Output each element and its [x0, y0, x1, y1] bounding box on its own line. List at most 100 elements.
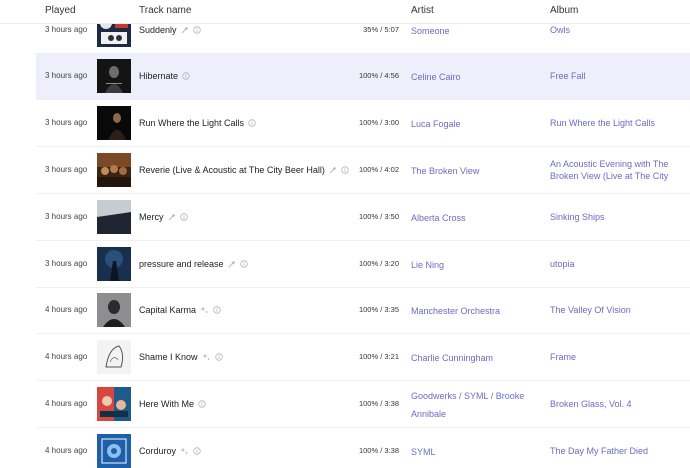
artist-cell: Luca Fogale	[411, 100, 539, 146]
info-icon[interactable]	[193, 447, 201, 455]
album-cell: Run Where the Light Calls	[550, 100, 688, 146]
album-link[interactable]: The Day My Father Died	[550, 445, 648, 457]
album-art[interactable]	[97, 247, 131, 281]
table-row[interactable]: 3 hours ago Mercy 100% / 3:50 Alberta Cross…	[36, 194, 690, 241]
track-title[interactable]: Reverie (Live & Acoustic at The City Bee…	[139, 165, 325, 175]
track-title[interactable]: Mercy	[139, 212, 164, 222]
table-row[interactable]: 4 hours ago Corduroy 100% / 3:38 SYML The Da…	[36, 428, 690, 468]
album-cell: Frame	[550, 334, 688, 380]
table-row[interactable]: 4 hours ago Capital Karma 100% / 3:35 Manch…	[36, 287, 690, 334]
info-icon[interactable]	[341, 166, 349, 174]
column-header-artist[interactable]: Artist	[411, 5, 434, 16]
played-time: 3 hours ago	[45, 212, 88, 221]
info-icon[interactable]	[182, 72, 190, 80]
track-cell: Corduroy	[139, 428, 201, 468]
artist-separator: /	[456, 391, 465, 401]
sparkle-icon[interactable]	[180, 447, 189, 456]
track-title[interactable]: Hibernate	[139, 71, 178, 81]
album-art[interactable]	[97, 153, 131, 187]
album-art[interactable]	[97, 387, 131, 421]
artist-link[interactable]: Alberta Cross	[411, 213, 466, 223]
play-progress: 100% / 3:35	[358, 305, 399, 314]
track-title[interactable]: Suddenly	[139, 25, 177, 35]
column-header-album[interactable]: Album	[550, 5, 578, 16]
table-row[interactable]: 3 hours ago Hibernate 100% / 4:56 Celine Ca…	[36, 53, 690, 100]
track-title[interactable]: Here With Me	[139, 399, 194, 409]
sparkle-icon[interactable]	[202, 353, 211, 362]
album-link[interactable]: The Valley Of Vision	[550, 304, 631, 316]
pin-icon[interactable]	[181, 26, 189, 34]
info-icon[interactable]	[192, 26, 201, 34]
album-art[interactable]	[97, 106, 131, 140]
album-link[interactable]: Run Where the Light Calls	[550, 117, 655, 129]
track-cell: Reverie (Live & Acoustic at The City Bee…	[139, 147, 349, 193]
info-icon[interactable]	[239, 260, 248, 268]
artist-link[interactable]: Manchester Orchestra	[411, 306, 500, 316]
table-row[interactable]: 3 hours ago pressure and release 100% / 3:…	[36, 241, 690, 288]
played-time: 4 hours ago	[45, 305, 88, 314]
album-art[interactable]	[97, 434, 131, 468]
artist-link[interactable]: Celine Cairo	[411, 72, 461, 82]
track-title[interactable]: Corduroy	[139, 446, 176, 456]
album-link[interactable]: Sinking Ships	[550, 211, 605, 223]
album-link[interactable]: Free Fall	[550, 70, 586, 82]
track-cell: Mercy	[139, 194, 188, 240]
track-title[interactable]: Capital Karma	[139, 305, 196, 315]
played-time: 4 hours ago	[45, 446, 88, 455]
artist-link[interactable]: SYML	[464, 391, 488, 401]
info-icon[interactable]	[213, 306, 221, 314]
artist-separator: /	[488, 391, 496, 401]
column-header-played[interactable]: Played	[45, 5, 76, 16]
artist-link[interactable]: Luca Fogale	[411, 119, 461, 129]
album-link[interactable]: An Acoustic Evening with The Broken View…	[550, 158, 688, 182]
table-row[interactable]: 4 hours ago Here With Me 100% / 3:38 Goodwe…	[36, 381, 690, 428]
play-progress: 100% / 3:38	[358, 446, 399, 455]
info-icon[interactable]	[248, 119, 256, 127]
album-art[interactable]	[97, 200, 131, 234]
played-time: 3 hours ago	[45, 165, 88, 174]
album-art[interactable]	[97, 293, 131, 327]
table-row[interactable]: 3 hours ago Run Where the Light Calls 100%…	[36, 100, 690, 147]
play-progress: 100% / 3:38	[358, 399, 399, 408]
play-progress: 100% / 4:02	[358, 165, 399, 174]
played-time: 4 hours ago	[45, 352, 88, 361]
album-cell: Sinking Ships	[550, 194, 688, 240]
album-cell: utopia	[550, 241, 688, 287]
artist-link[interactable]: Charlie Cunningham	[411, 353, 493, 363]
album-link[interactable]: Broken Glass, Vol. 4	[550, 398, 632, 410]
play-progress: 100% / 4:56	[358, 71, 399, 80]
sparkle-icon[interactable]	[200, 306, 209, 315]
track-cell: Run Where the Light Calls	[139, 100, 256, 146]
info-icon[interactable]	[198, 400, 206, 408]
album-link[interactable]: Owls	[550, 24, 570, 36]
album-link[interactable]: Frame	[550, 351, 576, 363]
track-cell: pressure and release	[139, 241, 248, 287]
artist-cell: Alberta Cross	[411, 194, 539, 240]
pin-icon[interactable]	[228, 260, 236, 268]
track-title[interactable]: Shame I Know	[139, 352, 198, 362]
info-icon[interactable]	[214, 353, 223, 361]
track-title[interactable]: Run Where the Light Calls	[139, 118, 244, 128]
artist-cell: Goodwerks / SYML / Brooke Annibale	[411, 381, 539, 427]
artist-link[interactable]: Someone	[411, 26, 450, 36]
artist-cell: Lie Ning	[411, 241, 539, 287]
table-row[interactable]: 3 hours ago Reverie (Live & Acoustic at T…	[36, 147, 690, 194]
play-progress: 100% / 3:21	[358, 352, 399, 361]
pin-icon[interactable]	[329, 166, 337, 174]
artist-cell: Celine Cairo	[411, 53, 539, 99]
info-icon[interactable]	[179, 213, 188, 221]
album-link[interactable]: utopia	[550, 258, 575, 270]
artist-link[interactable]: The Broken View	[411, 166, 479, 176]
artist-link[interactable]: SYML	[411, 447, 436, 457]
column-header-track-name[interactable]: Track name	[139, 5, 191, 16]
artist-link[interactable]: Goodwerks	[411, 391, 457, 401]
artist-cell: Charlie Cunningham	[411, 334, 539, 380]
track-cell: Shame I Know	[139, 334, 223, 380]
pin-icon[interactable]	[168, 213, 176, 221]
album-art[interactable]	[97, 340, 131, 374]
track-title[interactable]: pressure and release	[139, 259, 224, 269]
artist-link[interactable]: Lie Ning	[411, 260, 444, 270]
table-row[interactable]: 4 hours ago Shame I Know 100% / 3:21 Charli…	[36, 334, 690, 381]
album-art[interactable]	[97, 59, 131, 93]
artist-cell: The Broken View	[411, 147, 539, 193]
